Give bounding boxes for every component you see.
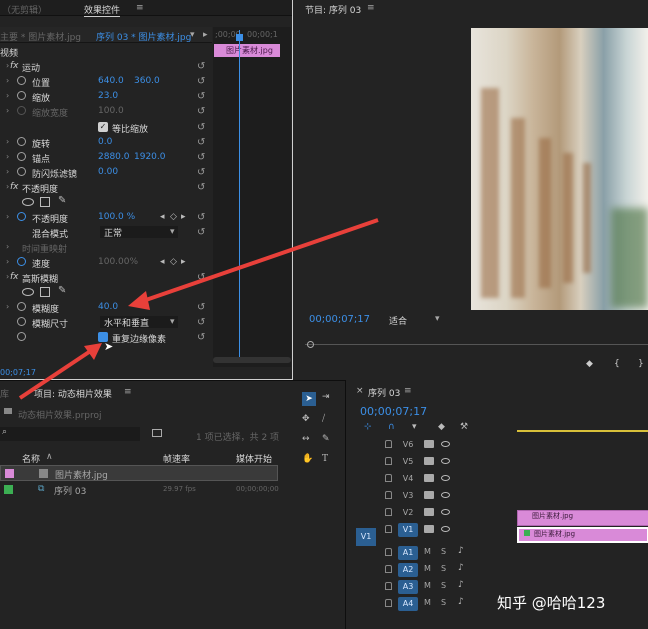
red-arrow-blurriness — [139, 218, 379, 304]
red-arrowhead — [128, 291, 150, 310]
annotation-arrows — [18, 218, 379, 400]
red-arrow-repeat-edge — [18, 348, 94, 400]
